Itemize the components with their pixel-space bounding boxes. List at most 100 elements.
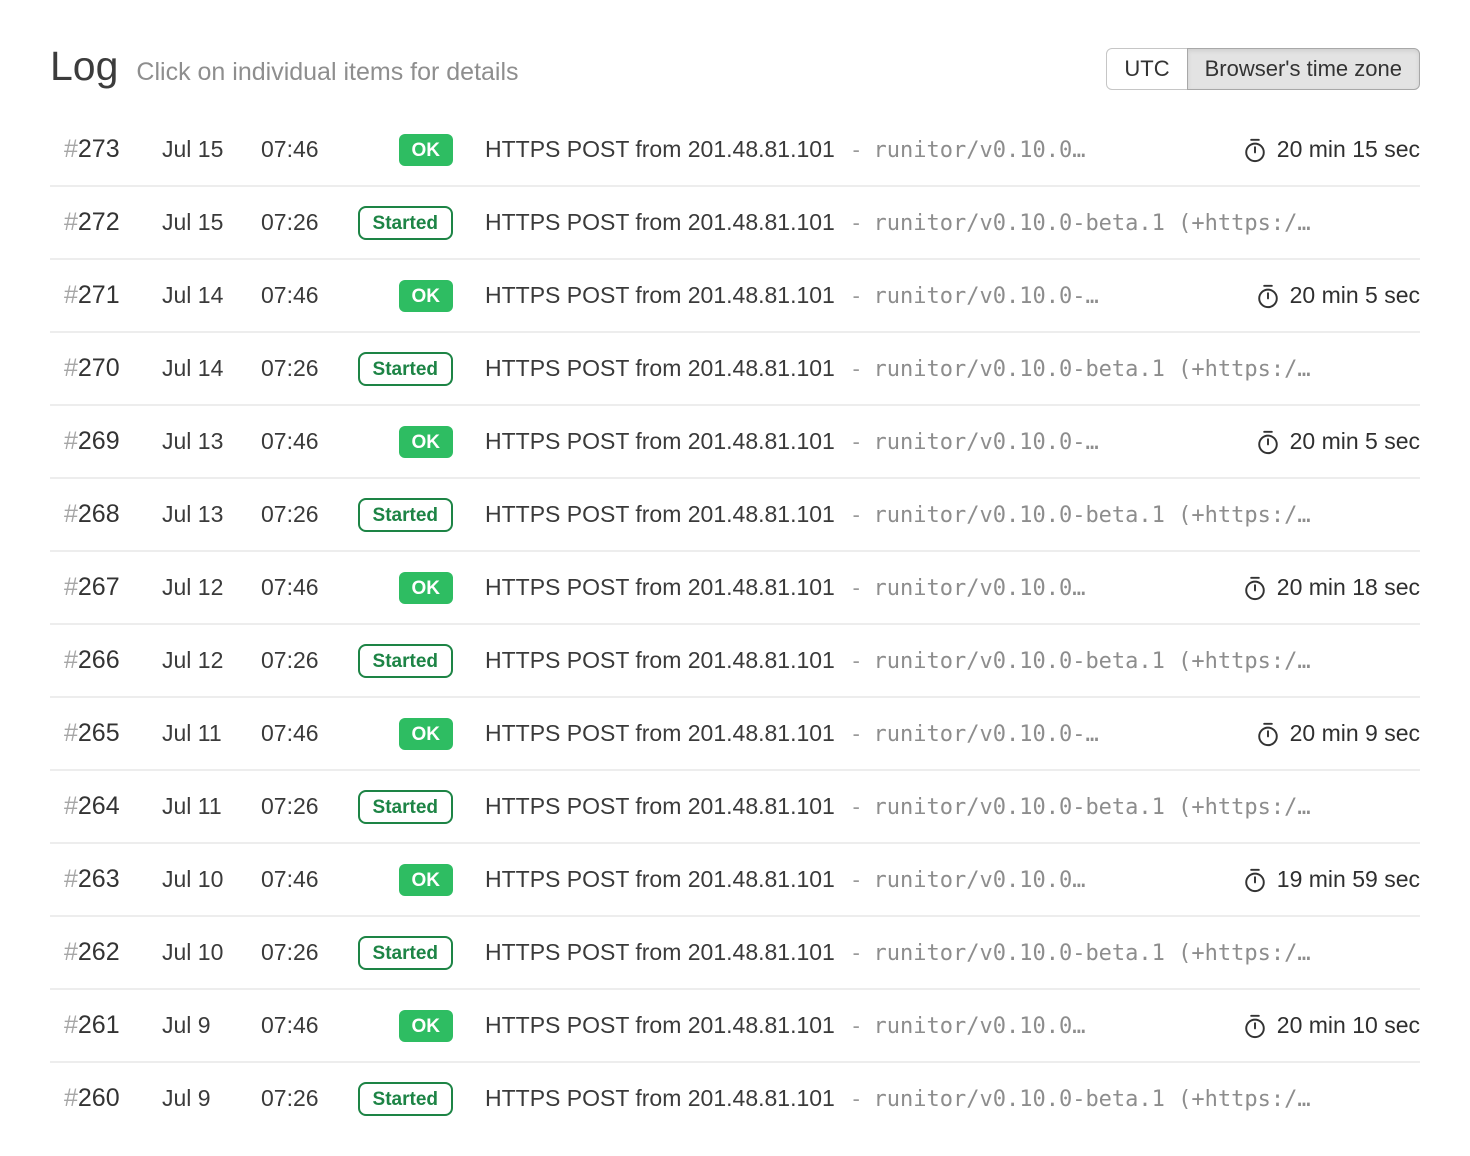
id-number: 264: [78, 792, 120, 820]
log-row[interactable]: #273 Jul 15 07:46 OK HTTPS POST from 201…: [50, 114, 1420, 187]
log-row[interactable]: #261 Jul 9 07:46 OK HTTPS POST from 201.…: [50, 990, 1420, 1063]
utc-button[interactable]: UTC: [1106, 48, 1187, 90]
log-page: Log Click on individual items for detail…: [0, 0, 1470, 1134]
event-date: Jul 12: [162, 574, 261, 601]
event-time: 07:26: [261, 209, 345, 236]
event-user-agent: runitor/v0.10.0…: [874, 138, 1086, 163]
event-separator: -: [850, 868, 863, 892]
event-main-text: HTTPS POST from 201.48.81.101: [485, 720, 835, 747]
log-row[interactable]: #264 Jul 11 07:26 Started HTTPS POST fro…: [50, 771, 1420, 844]
event-time: 07:46: [261, 866, 345, 893]
event-user-agent: runitor/v0.10.0-beta.1 (+https:/…: [874, 649, 1311, 674]
event-separator: -: [850, 795, 863, 819]
status-cell: OK: [345, 572, 465, 604]
status-cell: Started: [345, 790, 465, 824]
log-row[interactable]: #266 Jul 12 07:26 Started HTTPS POST fro…: [50, 625, 1420, 698]
log-row[interactable]: #260 Jul 9 07:26 Started HTTPS POST from…: [50, 1063, 1420, 1134]
event-main-text: HTTPS POST from 201.48.81.101: [485, 209, 835, 236]
status-badge: Started: [358, 1082, 453, 1116]
status-badge: OK: [399, 572, 454, 604]
stopwatch-icon: [1242, 137, 1268, 163]
event-user-agent: runitor/v0.10.0-beta.1 (+https:/…: [874, 941, 1311, 966]
event-date: Jul 14: [162, 355, 261, 382]
event-user-agent: runitor/v0.10.0…: [874, 1014, 1086, 1039]
log-table: #273 Jul 15 07:46 OK HTTPS POST from 201…: [50, 114, 1420, 1134]
browser-timezone-button[interactable]: Browser's time zone: [1187, 48, 1420, 90]
page-title: Log: [50, 44, 118, 89]
log-row[interactable]: #267 Jul 12 07:46 OK HTTPS POST from 201…: [50, 552, 1420, 625]
id-number: 266: [78, 646, 120, 674]
log-row[interactable]: #268 Jul 13 07:26 Started HTTPS POST fro…: [50, 479, 1420, 552]
event-main-text: HTTPS POST from 201.48.81.101: [485, 939, 835, 966]
event-description: HTTPS POST from 201.48.81.101 - runitor/…: [465, 209, 1420, 236]
id-hash: #: [64, 427, 78, 455]
event-user-agent: runitor/v0.10.0-beta.1 (+https:/…: [874, 795, 1311, 820]
duration-group: 20 min 5 sec: [1237, 282, 1420, 309]
log-row[interactable]: #272 Jul 15 07:26 Started HTTPS POST fro…: [50, 187, 1420, 260]
event-id: #267: [50, 573, 162, 602]
event-main-text: HTTPS POST from 201.48.81.101: [485, 282, 835, 309]
duration-text: 20 min 5 sec: [1290, 282, 1420, 309]
log-row[interactable]: #271 Jul 14 07:46 OK HTTPS POST from 201…: [50, 260, 1420, 333]
stopwatch-icon: [1255, 283, 1281, 309]
event-date: Jul 12: [162, 647, 261, 674]
id-number: 269: [78, 427, 120, 455]
event-separator: -: [850, 357, 863, 381]
event-main-text: HTTPS POST from 201.48.81.101: [485, 428, 835, 455]
event-id: #265: [50, 719, 162, 748]
event-id: #272: [50, 208, 162, 237]
log-row[interactable]: #270 Jul 14 07:26 Started HTTPS POST fro…: [50, 333, 1420, 406]
event-time: 07:26: [261, 793, 345, 820]
event-time: 07:46: [261, 574, 345, 601]
event-time: 07:46: [261, 282, 345, 309]
duration-group: 20 min 5 sec: [1237, 428, 1420, 455]
event-date: Jul 10: [162, 866, 261, 893]
duration-text: 20 min 5 sec: [1290, 428, 1420, 455]
event-main-text: HTTPS POST from 201.48.81.101: [485, 355, 835, 382]
event-description: HTTPS POST from 201.48.81.101 - runitor/…: [465, 428, 1237, 455]
status-cell: OK: [345, 1010, 465, 1042]
event-user-agent: runitor/v0.10.0-…: [874, 430, 1099, 455]
log-row[interactable]: #262 Jul 10 07:26 Started HTTPS POST fro…: [50, 917, 1420, 990]
event-date: Jul 9: [162, 1085, 261, 1112]
event-date: Jul 11: [162, 793, 261, 820]
event-user-agent: runitor/v0.10.0-beta.1 (+https:/…: [874, 503, 1311, 528]
event-description: HTTPS POST from 201.48.81.101 - runitor/…: [465, 1012, 1224, 1039]
event-id: #262: [50, 938, 162, 967]
id-hash: #: [64, 135, 78, 163]
event-user-agent: runitor/v0.10.0…: [874, 576, 1086, 601]
status-badge: OK: [399, 718, 454, 750]
event-user-agent: runitor/v0.10.0-…: [874, 284, 1099, 309]
status-cell: OK: [345, 718, 465, 750]
event-separator: -: [850, 941, 863, 965]
stopwatch-icon: [1242, 1013, 1268, 1039]
event-description: HTTPS POST from 201.48.81.101 - runitor/…: [465, 355, 1420, 382]
event-date: Jul 9: [162, 1012, 261, 1039]
event-description: HTTPS POST from 201.48.81.101 - runitor/…: [465, 720, 1237, 747]
id-number: 263: [78, 865, 120, 893]
event-main-text: HTTPS POST from 201.48.81.101: [485, 793, 835, 820]
status-badge: Started: [358, 936, 453, 970]
log-row[interactable]: #263 Jul 10 07:46 OK HTTPS POST from 201…: [50, 844, 1420, 917]
event-main-text: HTTPS POST from 201.48.81.101: [485, 574, 835, 601]
log-row[interactable]: #265 Jul 11 07:46 OK HTTPS POST from 201…: [50, 698, 1420, 771]
id-number: 268: [78, 500, 120, 528]
event-description: HTTPS POST from 201.48.81.101 - runitor/…: [465, 574, 1224, 601]
stopwatch-icon: [1255, 429, 1281, 455]
event-time: 07:46: [261, 136, 345, 163]
event-main-text: HTTPS POST from 201.48.81.101: [485, 136, 835, 163]
event-time: 07:26: [261, 1085, 345, 1112]
log-row[interactable]: #269 Jul 13 07:46 OK HTTPS POST from 201…: [50, 406, 1420, 479]
event-user-agent: runitor/v0.10.0-beta.1 (+https:/…: [874, 211, 1311, 236]
status-cell: Started: [345, 352, 465, 386]
status-badge: OK: [399, 280, 454, 312]
stopwatch-icon: [1242, 867, 1268, 893]
event-separator: -: [850, 211, 863, 235]
title-wrap: Log Click on individual items for detail…: [50, 44, 519, 89]
status-cell: OK: [345, 864, 465, 896]
event-user-agent: runitor/v0.10.0-beta.1 (+https:/…: [874, 357, 1311, 382]
id-number: 261: [78, 1011, 120, 1039]
event-user-agent: runitor/v0.10.0-…: [874, 722, 1099, 747]
event-separator: -: [850, 1087, 863, 1111]
id-hash: #: [64, 792, 78, 820]
